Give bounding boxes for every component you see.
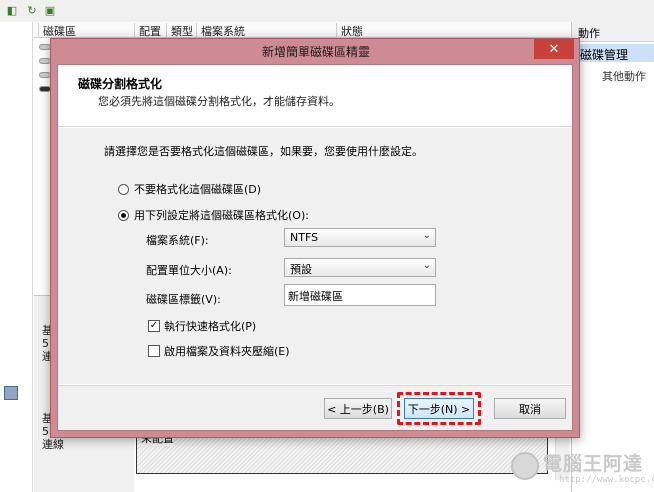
close-icon: ✕: [548, 41, 560, 57]
quick-format-option[interactable]: ✓ 執行快速格式化(P): [148, 318, 256, 334]
watermark: 電腦王阿達 http://www.kocpc.com.tw: [505, 446, 654, 490]
back-icon[interactable]: ◧: [4, 2, 20, 18]
column-status[interactable]: 狀態: [336, 23, 570, 38]
compression-label: 啟用檔案及資料夾壓縮(E): [164, 345, 290, 358]
radio-no-format[interactable]: [118, 183, 129, 195]
allocation-unit-select[interactable]: 預設 ⌄: [284, 258, 436, 277]
console-tree: [0, 22, 33, 492]
wizard-subheading: 您必須先將這個磁碟分割格式化，才能儲存資料。: [98, 95, 340, 108]
watermark-logo-icon: [511, 452, 539, 480]
disk-status: 連線: [42, 438, 64, 451]
volume-table-header: 磁碟區 配置 類型 檔案系統 狀態: [34, 22, 570, 38]
cancel-button[interactable]: 取消: [494, 398, 566, 419]
filesystem-label: 檔案系統(F):: [146, 234, 209, 247]
format-prompt: 請選擇您是否要格式化這個磁碟區，如果要，您要使用什麼設定。: [104, 145, 423, 158]
volume-label-input[interactable]: 新增磁碟區: [284, 284, 436, 306]
watermark-url: http://www.kocpc.com.tw: [559, 475, 654, 485]
properties-icon[interactable]: ▣: [42, 2, 58, 18]
filesystem-value: NTFS: [290, 231, 319, 244]
quick-format-checkbox[interactable]: ✓: [148, 320, 160, 332]
volume-label-label: 磁碟區標籤(V):: [146, 293, 221, 306]
chevron-down-icon: ⌄: [422, 230, 431, 241]
actions-header: 動作: [572, 22, 654, 42]
toolbar: ◧ ↻ ▣: [0, 0, 654, 22]
filesystem-select[interactable]: NTFS ⌄: [284, 228, 436, 247]
option-no-format-label: 不要格式化這個磁碟區(D): [134, 183, 262, 196]
actions-pane: 動作 磁碟管理 其他動作: [571, 22, 654, 492]
option-no-format[interactable]: 不要格式化這個磁碟區(D): [118, 181, 261, 197]
allocation-unit-value: 預設: [290, 263, 312, 276]
watermark-title: 電腦王阿達: [543, 453, 644, 475]
new-simple-volume-wizard: 新增簡單磁碟區精靈 ✕ 磁碟分割格式化 您必須先將這個磁碟分割格式化，才能儲存資…: [50, 38, 580, 438]
option-format-label: 用下列設定將這個磁碟區格式化(O):: [134, 209, 309, 222]
option-format[interactable]: 用下列設定將這個磁碟區格式化(O):: [118, 207, 309, 223]
dialog-content: 磁碟分割格式化 您必須先將這個磁碟分割格式化，才能儲存資料。 請選擇您是否要格式…: [57, 64, 573, 431]
column-filesystem[interactable]: 檔案系統: [196, 23, 336, 38]
dialog-title: 新增簡單磁碟區精靈: [261, 45, 370, 59]
chevron-down-icon: ⌄: [422, 260, 431, 271]
column-layout[interactable]: 配置: [134, 23, 166, 38]
wizard-footer: < 上一步(B) 下一步(N) > 取消: [58, 385, 572, 430]
back-button[interactable]: < 上一步(B): [324, 398, 392, 419]
wizard-heading: 磁碟分割格式化: [78, 77, 163, 91]
close-button[interactable]: ✕: [534, 39, 574, 59]
quick-format-label: 執行快速格式化(P): [164, 320, 257, 333]
refresh-icon[interactable]: ↻: [24, 2, 40, 18]
action-disk-management[interactable]: 磁碟管理: [572, 44, 654, 62]
wizard-body: 請選擇您是否要格式化這個磁碟區，如果要，您要使用什麼設定。 不要格式化這個磁碟區…: [58, 128, 572, 384]
allocation-unit-label: 配置單位大小(A):: [146, 264, 232, 277]
disk-icon: [4, 386, 18, 400]
column-type[interactable]: 類型: [166, 23, 196, 38]
compression-checkbox[interactable]: [148, 345, 160, 357]
radio-format[interactable]: [118, 209, 129, 221]
checkmark-icon: ✓: [149, 320, 159, 331]
action-more[interactable]: 其他動作: [602, 68, 646, 84]
wizard-header: 磁碟分割格式化 您必須先將這個磁碟分割格式化，才能儲存資料。: [58, 65, 572, 127]
next-button[interactable]: 下一步(N) >: [404, 398, 474, 419]
column-volume[interactable]: 磁碟區: [38, 23, 134, 38]
compression-option[interactable]: 啟用檔案及資料夾壓縮(E): [148, 343, 290, 359]
